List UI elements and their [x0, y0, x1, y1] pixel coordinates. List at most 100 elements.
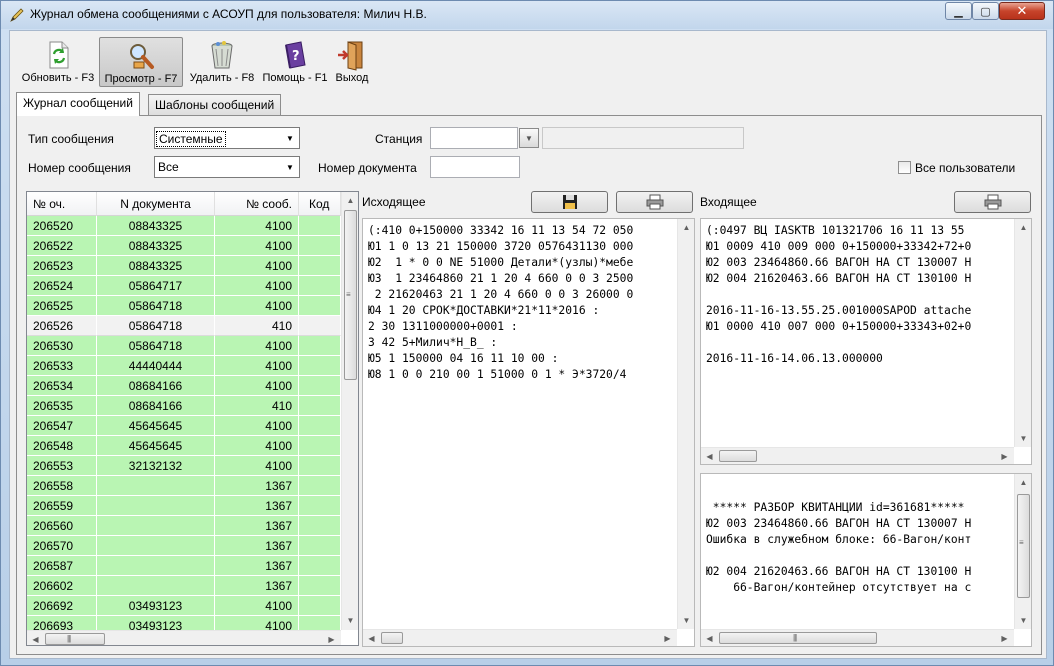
save-button[interactable]	[531, 191, 608, 213]
cell-document: 03493123	[97, 596, 215, 616]
close-button[interactable]: ✕	[999, 2, 1045, 20]
incoming-horizontal-scrollbar[interactable]: ◀ ▶	[701, 447, 1014, 464]
grip-icon: |||	[67, 634, 71, 643]
scroll-left-icon[interactable]: ◀	[363, 630, 380, 646]
scroll-up-icon[interactable]: ▲	[678, 219, 694, 236]
all-users-checkbox[interactable]	[898, 161, 911, 174]
outgoing-text-pane[interactable]: (:410 0+150000 33342 16 11 13 54 72 050 …	[362, 218, 695, 647]
grid-body: 206520 08843325 4100 206522 08843325 4100 2065…	[27, 216, 341, 630]
table-row[interactable]: 206526 05864718 410	[27, 316, 341, 336]
cell-queue: 206524	[27, 276, 97, 296]
scroll-left-icon[interactable]: ◀	[27, 631, 44, 645]
table-row[interactable]: 206523 08843325 4100	[27, 256, 341, 276]
cell-document: 08684166	[97, 396, 215, 416]
cell-message: 4100	[215, 456, 299, 476]
cell-queue: 206533	[27, 356, 97, 376]
table-row[interactable]: 206530 05864718 4100	[27, 336, 341, 356]
cell-queue: 206559	[27, 496, 97, 516]
column-header-document[interactable]: N документа	[97, 192, 215, 216]
minimize-button[interactable]: ▁	[945, 2, 972, 20]
scroll-right-icon[interactable]: ▶	[659, 630, 676, 646]
table-row[interactable]: 206693 03493123 4100	[27, 616, 341, 630]
cell-document: 08843325	[97, 256, 215, 276]
receipt-text-pane[interactable]: ***** РАЗБОР КВИТАНЦИИ id=361681***** Ю2…	[700, 473, 1032, 647]
grid-vertical-scrollbar[interactable]: ▲ ≡ ▼	[341, 192, 358, 630]
scroll-left-icon[interactable]: ◀	[701, 630, 718, 646]
table-row[interactable]: 206570 1367	[27, 536, 341, 556]
cell-code	[299, 436, 341, 456]
receipt-horizontal-scrollbar[interactable]: ◀ ||| ▶	[701, 629, 1014, 646]
cell-message: 4100	[215, 596, 299, 616]
print-outgoing-button[interactable]	[616, 191, 693, 213]
main-window: Журнал обмена сообщениями с АСОУП для по…	[0, 0, 1054, 666]
table-row[interactable]: 206524 05864717 4100	[27, 276, 341, 296]
outgoing-vertical-scrollbar[interactable]: ▲ ▼	[677, 219, 694, 629]
message-number-select[interactable]: Все ▼	[154, 156, 300, 178]
maximize-button[interactable]: ▢	[972, 2, 999, 20]
receipt-hscroll-thumb[interactable]	[719, 632, 877, 644]
outgoing-hscroll-thumb[interactable]	[381, 632, 403, 644]
scroll-down-icon[interactable]: ▼	[1015, 612, 1031, 629]
scroll-down-icon[interactable]: ▼	[342, 612, 358, 629]
station-dropdown-button[interactable]: ▼	[519, 128, 539, 148]
refresh-button[interactable]: Обновить - F3	[18, 37, 98, 87]
cell-queue: 206522	[27, 236, 97, 256]
receipt-vertical-scrollbar[interactable]: ▲ ≡ ▼	[1014, 474, 1031, 629]
table-row[interactable]: 206553 32132132 4100	[27, 456, 341, 476]
incoming-text-pane[interactable]: (:0497 ВЦ IASKTB 101321706 16 11 13 55 Ю…	[700, 218, 1032, 465]
column-header-message[interactable]: № сооб.	[215, 192, 299, 216]
help-button[interactable]: ? Помощь - F1	[260, 37, 330, 87]
tab-message-templates[interactable]: Шаблоны сообщений	[148, 94, 282, 116]
title-bar[interactable]: Журнал обмена сообщениями с АСОУП для по…	[1, 1, 1053, 29]
incoming-hscroll-thumb[interactable]	[719, 450, 757, 462]
table-row[interactable]: 206534 08684166 4100	[27, 376, 341, 396]
print-incoming-button[interactable]	[954, 191, 1031, 213]
message-type-select[interactable]: Системные ▼	[154, 127, 300, 149]
scroll-up-icon[interactable]: ▲	[1015, 219, 1031, 236]
column-header-code[interactable]: Код	[299, 192, 341, 216]
cell-queue: 206560	[27, 516, 97, 536]
scroll-up-icon[interactable]: ▲	[342, 192, 358, 209]
scroll-right-icon[interactable]: ▶	[996, 448, 1013, 464]
station-input[interactable]	[430, 127, 518, 149]
table-row[interactable]: 206522 08843325 4100	[27, 236, 341, 256]
view-button[interactable]: Просмотр - F7	[99, 37, 183, 87]
cell-queue: 206526	[27, 316, 97, 336]
table-row[interactable]: 206692 03493123 4100	[27, 596, 341, 616]
table-row[interactable]: 206558 1367	[27, 476, 341, 496]
cell-code	[299, 396, 341, 416]
scroll-left-icon[interactable]: ◀	[701, 448, 718, 464]
scroll-up-icon[interactable]: ▲	[1015, 474, 1031, 491]
outgoing-horizontal-scrollbar[interactable]: ◀ ▶	[363, 629, 677, 646]
table-row[interactable]: 206535 08684166 410	[27, 396, 341, 416]
table-row[interactable]: 206602 1367	[27, 576, 341, 596]
table-row[interactable]: 206533 44440444 4100	[27, 356, 341, 376]
cell-document: 03493123	[97, 616, 215, 630]
cell-code	[299, 456, 341, 476]
tab-message-log[interactable]: Журнал сообщений	[16, 92, 140, 116]
cell-message: 4100	[215, 616, 299, 630]
column-header-queue[interactable]: № оч.	[27, 192, 97, 216]
table-row[interactable]: 206520 08843325 4100	[27, 216, 341, 236]
table-row[interactable]: 206547 45645645 4100	[27, 416, 341, 436]
cell-message: 1367	[215, 576, 299, 596]
incoming-vertical-scrollbar[interactable]: ▲ ▼	[1014, 219, 1031, 447]
cell-code	[299, 336, 341, 356]
table-row[interactable]: 206559 1367	[27, 496, 341, 516]
grid-horizontal-scrollbar[interactable]: ◀ ||| ▶	[27, 630, 341, 645]
exit-button[interactable]: Выход	[332, 37, 372, 87]
cell-document	[97, 496, 215, 516]
table-row[interactable]: 206525 05864718 4100	[27, 296, 341, 316]
document-number-input[interactable]	[430, 156, 520, 178]
grid-hscroll-thumb[interactable]	[45, 633, 105, 645]
scroll-right-icon[interactable]: ▶	[996, 630, 1013, 646]
table-row[interactable]: 206587 1367	[27, 556, 341, 576]
scroll-right-icon[interactable]: ▶	[323, 631, 340, 645]
cell-message: 4100	[215, 236, 299, 256]
scroll-down-icon[interactable]: ▼	[678, 612, 694, 629]
scroll-down-icon[interactable]: ▼	[1015, 430, 1031, 447]
table-row[interactable]: 206548 45645645 4100	[27, 436, 341, 456]
table-row[interactable]: 206560 1367	[27, 516, 341, 536]
cell-queue: 206534	[27, 376, 97, 396]
delete-button[interactable]: Удалить - F8	[185, 37, 259, 87]
